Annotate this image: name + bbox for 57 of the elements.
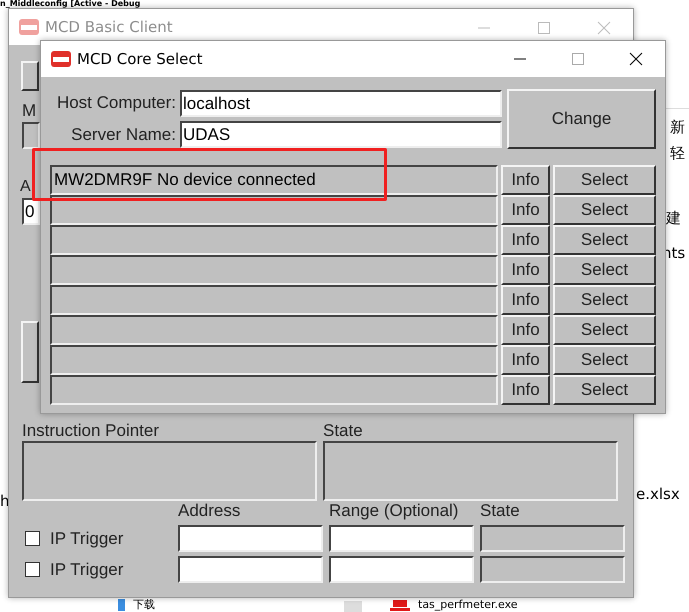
file-name[interactable]: tas_perfmeter.exe	[418, 599, 518, 611]
checkbox-label: IP Trigger	[50, 528, 124, 548]
checkbox[interactable]	[25, 562, 40, 577]
logo-icon	[51, 51, 71, 67]
input-field[interactable]	[178, 525, 323, 552]
field-label: Server Name:	[70, 124, 176, 145]
device-field: MW2DMR9F No device connected	[50, 165, 498, 195]
info-button[interactable]: Info	[501, 375, 550, 405]
app-icon[interactable]	[390, 599, 410, 611]
select-button[interactable]: Select	[553, 285, 656, 315]
field-label: Instruction Pointer	[22, 421, 160, 441]
info-button[interactable]: Info	[501, 285, 550, 315]
input-field[interactable]	[329, 556, 474, 583]
change-button[interactable]: Change	[507, 89, 656, 149]
field-label: A	[20, 178, 31, 196]
select-button[interactable]: Select	[553, 345, 656, 375]
info-button[interactable]: Info	[501, 345, 550, 375]
window-title: n_Middleconfig [Active - Debug	[0, 0, 140, 8]
select-button[interactable]: Select	[553, 225, 656, 255]
checkbox-label: IP Trigger	[50, 560, 124, 580]
info-button[interactable]: Info	[501, 255, 550, 285]
select-button[interactable]: Select	[553, 255, 656, 285]
field-label: M	[22, 102, 36, 120]
input-field[interactable]	[178, 556, 323, 583]
folder-icon	[118, 599, 125, 611]
host-field[interactable]: localhost	[180, 90, 502, 117]
button[interactable]	[21, 321, 39, 383]
input-field[interactable]	[329, 525, 474, 552]
column-header: Range (Optional)	[329, 501, 460, 521]
file-label: 轻	[670, 144, 685, 163]
file-label: h	[0, 492, 10, 510]
select-button[interactable]: Select	[553, 315, 656, 345]
server-field[interactable]: UDAS	[180, 121, 502, 148]
field-label: Host Computer:	[56, 93, 176, 114]
info-button[interactable]: Info	[501, 225, 550, 255]
text-field[interactable]	[22, 122, 40, 149]
button[interactable]	[21, 61, 39, 91]
info-button[interactable]: Info	[501, 165, 550, 195]
scrollbar	[344, 601, 362, 612]
info-button[interactable]: Info	[501, 195, 550, 225]
window-title: MCD Core Select	[77, 50, 202, 68]
logo-icon	[19, 19, 39, 35]
field-label: State	[323, 421, 364, 441]
file-label: e.xlsx	[636, 485, 680, 503]
select-button[interactable]: Select	[553, 375, 656, 405]
close-icon[interactable]	[629, 52, 643, 66]
window-title: MCD Basic Client	[45, 18, 173, 36]
column-header: State	[480, 501, 521, 521]
select-button[interactable]: Select	[553, 195, 656, 225]
column-header: Address	[178, 501, 242, 521]
file-label: 新	[670, 118, 685, 137]
checkbox[interactable]	[25, 531, 40, 546]
file-label: 建	[666, 209, 681, 228]
select-button[interactable]: Select	[553, 165, 656, 195]
info-button[interactable]: Info	[501, 315, 550, 345]
file-name[interactable]: 下载	[133, 599, 155, 611]
input-field[interactable]: 0	[22, 198, 40, 225]
